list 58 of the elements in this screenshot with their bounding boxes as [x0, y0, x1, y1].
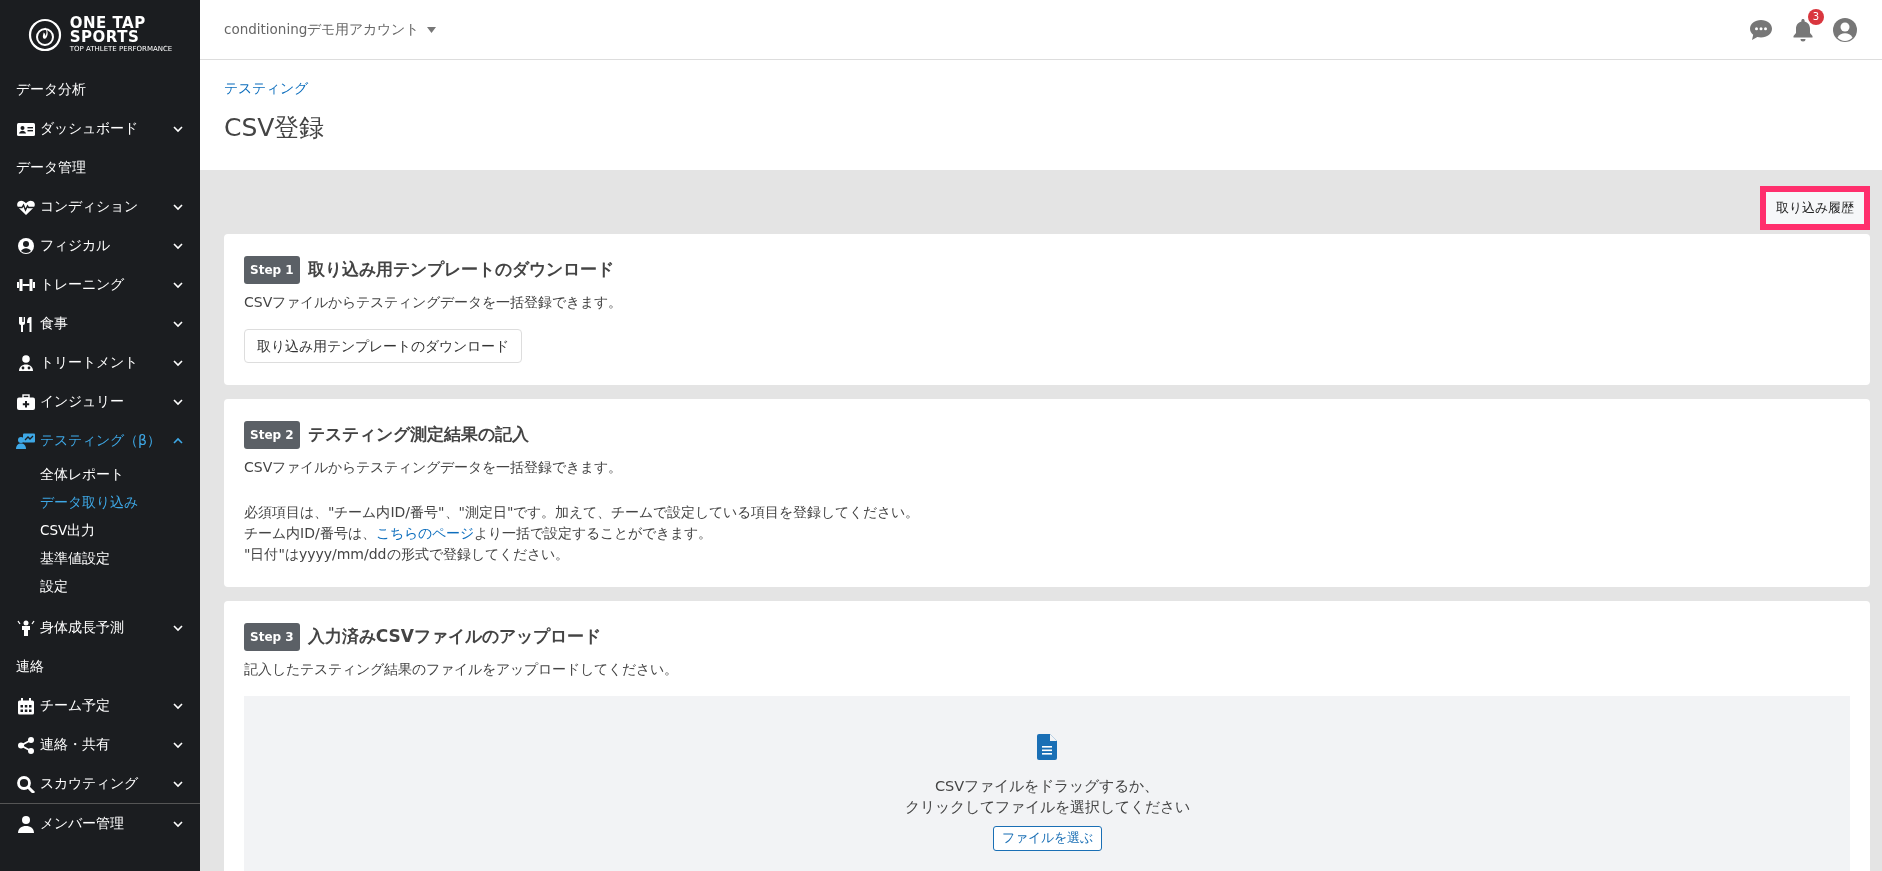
search-icon: [16, 774, 36, 793]
template-download-button[interactable]: 取り込み用テンプレートのダウンロード: [244, 328, 522, 363]
person-growth-icon: [16, 618, 36, 637]
sidebar-item[interactable]: 連絡・共有: [0, 725, 200, 764]
drop-instructions: CSVファイルをドラッグするか、 クリックしてファイルを選択してください: [904, 776, 1190, 817]
sidebar-item[interactable]: 身体成長予測: [0, 608, 200, 647]
sidebar-item[interactable]: ダッシュボード: [0, 109, 200, 148]
sidebar-subitem[interactable]: 基準値設定: [0, 544, 200, 572]
sidebar-subitem[interactable]: CSV出力: [0, 516, 200, 544]
account-dropdown[interactable]: conditioningデモ用アカウント: [224, 19, 437, 40]
sidebar-item[interactable]: テスティング（β）: [0, 421, 200, 460]
step-badge: Step 1: [244, 255, 300, 284]
sidebar-item[interactable]: チーム予定: [0, 686, 200, 725]
sidebar-item[interactable]: トリートメント: [0, 343, 200, 382]
medical-staff-icon: [16, 353, 36, 372]
step-badge: Step 2: [244, 420, 300, 449]
sidebar-item[interactable]: 食事: [0, 304, 200, 343]
note-text: "日付"はyyyy/mm/ddの形式で登録してください。: [244, 544, 570, 564]
sidebar-item[interactable]: スカウティング: [0, 764, 200, 803]
note-text: 必須項目は、"チーム内ID/番号"、"測定日"です。加えて、チームで設定している項目を登録してください。: [244, 502, 921, 522]
step-badge: Step 3: [244, 622, 300, 651]
document-icon: [1037, 733, 1057, 760]
notification-count: 3: [1808, 8, 1824, 25]
page-title: CSV登録: [224, 113, 326, 143]
step-title: テスティング測定結果の記入: [307, 423, 529, 446]
sidebar-subitem[interactable]: データ取り込み: [0, 488, 200, 516]
step-title: 取り込み用テンプレートのダウンロード: [307, 257, 614, 281]
sidebar-subitem[interactable]: 設定: [0, 572, 200, 600]
logo-text: SPORTS: [69, 29, 140, 44]
sidebar-subitem[interactable]: 全体レポート: [0, 460, 200, 488]
sidebar-item[interactable]: メンバー管理: [0, 804, 200, 843]
import-history-button[interactable]: 取り込み履歴: [1760, 186, 1870, 230]
user-circle-icon: [16, 236, 36, 255]
sidebar-item[interactable]: トレーニング: [0, 265, 200, 304]
breadcrumb-link[interactable]: テスティング: [224, 80, 308, 96]
sidebar-item[interactable]: インジュリー: [0, 382, 200, 421]
step-description: CSVファイルからテスティングデータを一括登録できます。: [244, 457, 624, 477]
sidebar-item[interactable]: コンディション: [0, 187, 200, 226]
presenter-chart-icon: [16, 431, 36, 450]
user-icon: [16, 814, 36, 833]
calendar-icon: [16, 696, 36, 715]
logo-mark-icon: [27, 18, 62, 52]
sidebar-section-heading: データ分析: [15, 80, 87, 99]
step-title: 入力済みCSVファイルのアップロード: [307, 625, 601, 648]
logo-text: ONE TAP: [69, 15, 147, 30]
step-description: 記入したテスティング結果のファイルをアップロードしてください。: [244, 659, 679, 679]
first-aid-kit-icon: [16, 392, 36, 411]
caret-icon: [427, 26, 437, 33]
step-description: CSVファイルからテスティングデータを一括登録できます。: [244, 292, 624, 312]
sidebar-section-heading: データ管理: [15, 158, 87, 177]
share-icon: [16, 735, 36, 754]
choose-file-button[interactable]: ファイルを選ぶ: [992, 825, 1102, 851]
settings-page-link[interactable]: こちらのページ: [375, 524, 474, 541]
user-avatar-icon[interactable]: [1832, 16, 1858, 43]
sidebar-item[interactable]: フィジカル: [0, 226, 200, 265]
file-drop-zone[interactable]: CSVファイルをドラッグするか、 クリックしてファイルを選択してください ファイルを選ぶ: [244, 695, 1850, 871]
sidebar-section-heading: 連絡: [15, 657, 45, 676]
note-text: チーム内ID/番号は、こちらのページより一括で設定することができます。: [244, 523, 713, 543]
